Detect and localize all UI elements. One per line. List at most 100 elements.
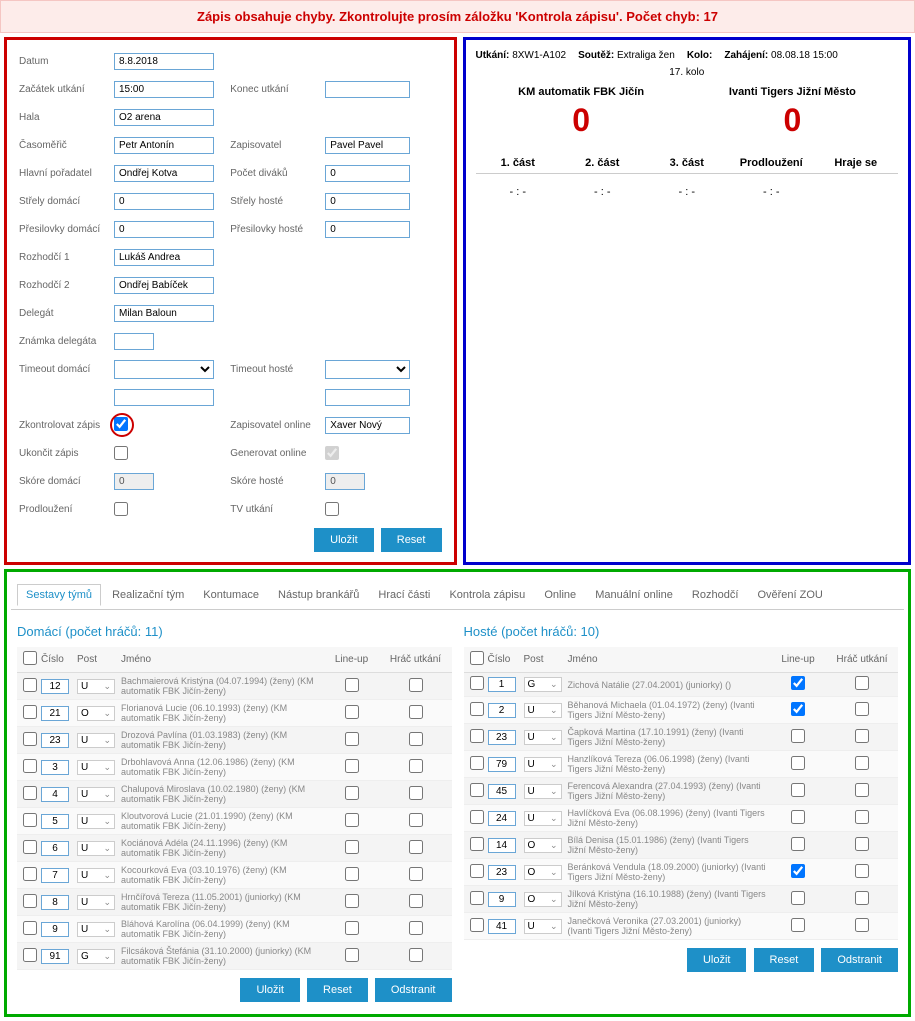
col-lineup[interactable]: Line-up	[768, 654, 828, 665]
row-select[interactable]	[23, 705, 37, 719]
input-rozhodci2[interactable]	[114, 277, 214, 294]
row-select[interactable]	[470, 837, 484, 851]
lineup-checkbox[interactable]	[791, 702, 805, 716]
row-select[interactable]	[470, 676, 484, 690]
checkbox-tv[interactable]	[325, 502, 339, 516]
row-select[interactable]	[23, 786, 37, 800]
input-timeout-host-extra[interactable]	[325, 389, 410, 406]
player-position-select[interactable]: U⌄	[524, 919, 562, 934]
lineup-checkbox[interactable]	[345, 840, 359, 854]
tab-rozhodci[interactable]: Rozhodčí	[684, 585, 746, 605]
input-znamka[interactable]	[114, 333, 154, 350]
player-position-select[interactable]: O⌄	[524, 838, 562, 853]
player-number-input[interactable]	[488, 757, 516, 772]
player-position-select[interactable]: U⌄	[77, 787, 115, 802]
col-cislo[interactable]: Číslo	[41, 654, 77, 665]
away-delete-button[interactable]: Odstranit	[821, 948, 898, 972]
row-select[interactable]	[470, 756, 484, 770]
player-position-select[interactable]: U⌄	[77, 814, 115, 829]
lineup-checkbox[interactable]	[345, 867, 359, 881]
match-player-checkbox[interactable]	[409, 813, 423, 827]
row-select[interactable]	[470, 864, 484, 878]
input-rozhodci1[interactable]	[114, 249, 214, 266]
col-post[interactable]: Post	[77, 654, 119, 665]
row-select[interactable]	[23, 678, 37, 692]
match-player-checkbox[interactable]	[409, 840, 423, 854]
player-number-input[interactable]	[41, 922, 69, 937]
player-number-input[interactable]	[41, 814, 69, 829]
lineup-checkbox[interactable]	[791, 810, 805, 824]
input-zacatek[interactable]	[114, 81, 214, 98]
row-select[interactable]	[470, 891, 484, 905]
col-jmeno[interactable]: Jméno	[119, 654, 322, 665]
lineup-checkbox[interactable]	[791, 729, 805, 743]
home-save-button[interactable]: Uložit	[240, 978, 300, 1002]
player-position-select[interactable]: U⌄	[77, 868, 115, 883]
player-number-input[interactable]	[488, 838, 516, 853]
player-position-select[interactable]: O⌄	[524, 892, 562, 907]
input-strely-host[interactable]	[325, 193, 410, 210]
col-post[interactable]: Post	[524, 654, 566, 665]
row-select[interactable]	[23, 894, 37, 908]
away-save-button[interactable]: Uložit	[687, 948, 747, 972]
match-player-checkbox[interactable]	[855, 783, 869, 797]
form-save-button[interactable]: Uložit	[314, 528, 374, 552]
match-player-checkbox[interactable]	[409, 786, 423, 800]
player-number-input[interactable]	[41, 895, 69, 910]
lineup-checkbox[interactable]	[345, 813, 359, 827]
lineup-checkbox[interactable]	[345, 894, 359, 908]
input-strely-dom[interactable]	[114, 193, 214, 210]
player-position-select[interactable]: U⌄	[524, 757, 562, 772]
match-player-checkbox[interactable]	[409, 867, 423, 881]
checkbox-zkontrolovan[interactable]	[114, 417, 128, 431]
row-select[interactable]	[470, 702, 484, 716]
row-select[interactable]	[23, 840, 37, 854]
match-player-checkbox[interactable]	[409, 948, 423, 962]
checkbox-prodlouzeni[interactable]	[114, 502, 128, 516]
col-lineup[interactable]: Line-up	[322, 654, 382, 665]
col-match[interactable]: Hráč utkání	[828, 654, 896, 665]
tab-hraci[interactable]: Hrací části	[370, 585, 438, 605]
row-select[interactable]	[23, 921, 37, 935]
tab-kontrola[interactable]: Kontrola zápisu	[441, 585, 533, 605]
lineup-checkbox[interactable]	[345, 786, 359, 800]
match-player-checkbox[interactable]	[409, 678, 423, 692]
row-select[interactable]	[470, 729, 484, 743]
player-position-select[interactable]: O⌄	[524, 865, 562, 880]
match-player-checkbox[interactable]	[855, 702, 869, 716]
home-delete-button[interactable]: Odstranit	[375, 978, 452, 1002]
match-player-checkbox[interactable]	[855, 729, 869, 743]
col-jmeno[interactable]: Jméno	[566, 654, 769, 665]
match-player-checkbox[interactable]	[855, 837, 869, 851]
lineup-checkbox[interactable]	[791, 756, 805, 770]
player-position-select[interactable]: U⌄	[77, 760, 115, 775]
tab-sestavy[interactable]: Sestavy týmů	[17, 584, 101, 606]
player-number-input[interactable]	[41, 841, 69, 856]
player-position-select[interactable]: G⌄	[524, 677, 562, 692]
player-number-input[interactable]	[488, 865, 516, 880]
input-delegat[interactable]	[114, 305, 214, 322]
player-position-select[interactable]: O⌄	[77, 706, 115, 721]
player-position-select[interactable]: U⌄	[77, 733, 115, 748]
home-select-all[interactable]	[23, 651, 37, 665]
match-player-checkbox[interactable]	[855, 918, 869, 932]
match-player-checkbox[interactable]	[855, 756, 869, 770]
input-presilovky-dom[interactable]	[114, 221, 214, 238]
col-match[interactable]: Hráč utkání	[382, 654, 450, 665]
player-number-input[interactable]	[41, 868, 69, 883]
player-number-input[interactable]	[488, 730, 516, 745]
col-cislo[interactable]: Číslo	[488, 654, 524, 665]
match-player-checkbox[interactable]	[855, 810, 869, 824]
input-hala[interactable]	[114, 109, 214, 126]
form-reset-button[interactable]: Reset	[381, 528, 442, 552]
row-select[interactable]	[23, 732, 37, 746]
player-number-input[interactable]	[41, 787, 69, 802]
tab-online[interactable]: Online	[536, 585, 584, 605]
player-number-input[interactable]	[488, 892, 516, 907]
player-number-input[interactable]	[41, 679, 69, 694]
player-number-input[interactable]	[41, 733, 69, 748]
input-hlavni[interactable]	[114, 165, 214, 182]
tab-manual[interactable]: Manuální online	[587, 585, 681, 605]
home-reset-button[interactable]: Reset	[307, 978, 368, 1002]
player-position-select[interactable]: U⌄	[524, 811, 562, 826]
